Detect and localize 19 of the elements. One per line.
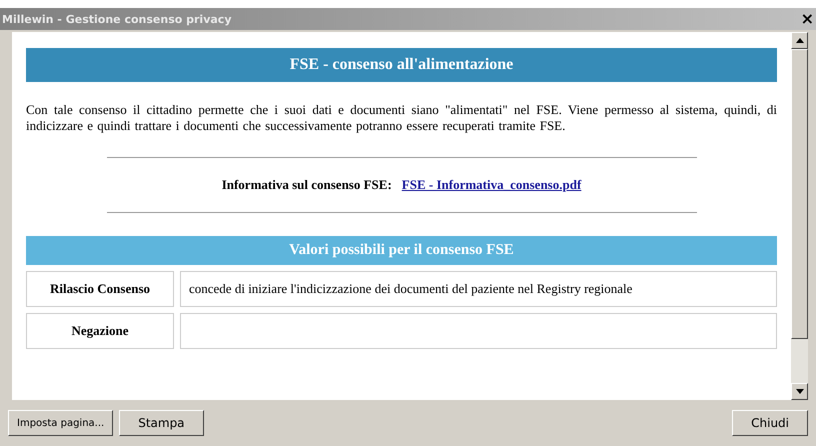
scrollbar[interactable]: [791, 32, 808, 400]
down-arrow-icon: [796, 389, 804, 394]
description-text: Con tale consenso il cittadino permette che i suoi dati e documenti siano "alimentati" nel FSE. Viene permesso al sistema, quindi, di indicizzare e quindi trattare i documenti che successivamente potranno essere recuperati tramite FSE.: [26, 102, 777, 134]
table-cell: Negazione: [26, 313, 174, 349]
table-cell: Rilascio Consenso: [26, 271, 174, 307]
close-button[interactable]: Chiudi: [732, 410, 808, 436]
window-title: Millewin - Gestione consenso privacy: [1, 12, 232, 26]
scroll-thumb[interactable]: [791, 49, 808, 339]
info-label: Informativa sul consenso FSE:: [222, 177, 392, 193]
print-button[interactable]: Stampa: [119, 410, 204, 436]
table-cell: concede di iniziare l'indicizzazione dei documenti del paziente nel Registry regionale: [180, 271, 777, 307]
scroll-down-button[interactable]: [791, 383, 808, 400]
values-heading: Valori possibili per il consenso FSE: [26, 236, 777, 265]
up-arrow-icon: [796, 38, 804, 43]
page-setup-button[interactable]: Imposta pagina...: [8, 410, 114, 436]
scroll-up-button[interactable]: [791, 32, 808, 49]
close-button[interactable]: ×: [798, 11, 816, 27]
section-heading: FSE - consenso all'alimentazione: [26, 48, 777, 82]
pdf-link[interactable]: FSE - Informativa_consenso.pdf: [402, 177, 582, 193]
